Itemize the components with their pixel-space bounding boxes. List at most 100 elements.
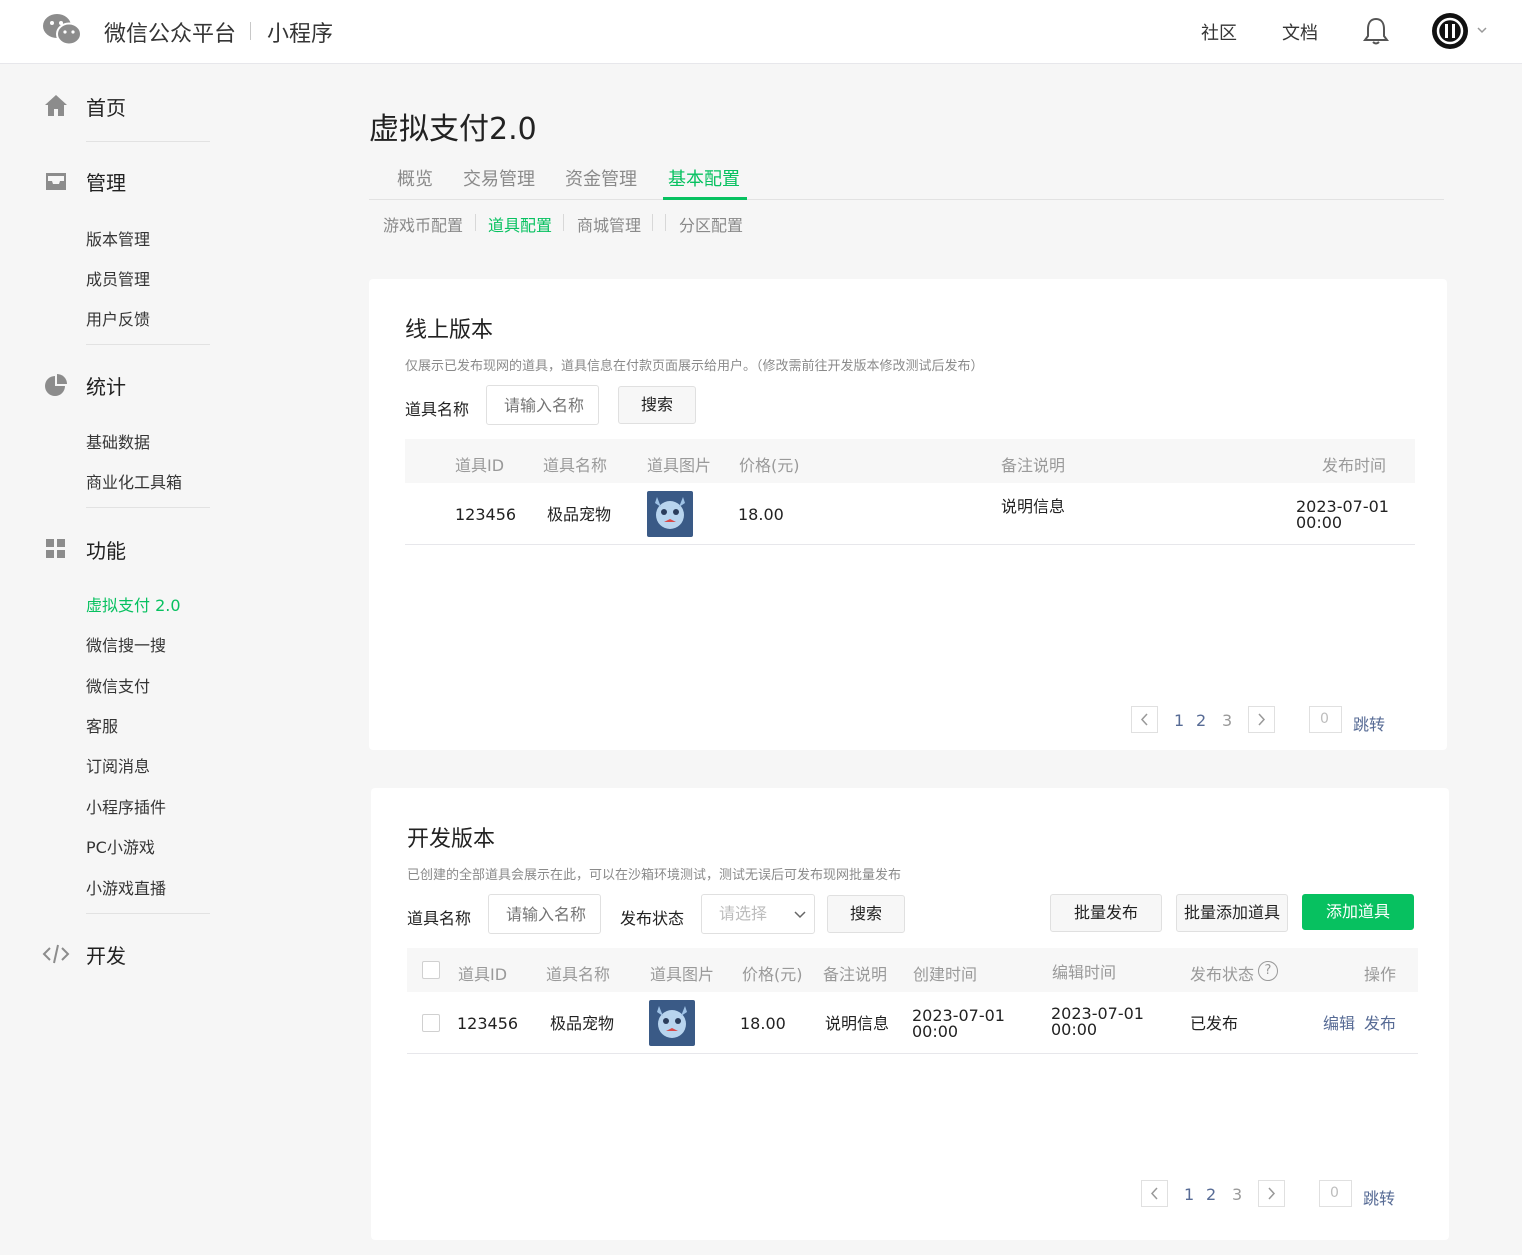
dev-version-card: 开发版本 已创建的全部道具会展示在此，可以在沙箱环境测试，测试无误后可发布现网批… [371,788,1449,1240]
sidebar-item-home[interactable]: 首页 [86,92,126,121]
table-header: 道具ID 道具名称 道具图片 价格(元) 备注说明 创建时间 编辑时间 发布状态… [407,948,1418,992]
pie-chart-icon [45,374,67,396]
column-header: 道具名称 [546,965,611,984]
select-all-checkbox[interactable] [422,961,440,979]
subtab-mall[interactable]: 商城管理 [577,212,641,236]
column-header: 备注说明 [823,965,888,984]
tab-overview[interactable]: 概览 [397,165,433,191]
item-image [647,491,693,537]
column-header: 发布时间 [1322,456,1387,475]
edit-link[interactable]: 编辑 [1323,1016,1355,1032]
sidebar-item-subscribe-msg[interactable]: 订阅消息 [86,753,150,777]
column-header: 道具名称 [543,456,608,475]
column-header: 道具图片 [650,965,715,984]
page-number[interactable]: 1 [1174,711,1184,730]
tab-basic-config[interactable]: 基本配置 [668,165,740,191]
subtab-divider [665,214,666,231]
sidebar-item-plugins[interactable]: 小程序插件 [86,794,166,818]
grid-icon [46,539,65,558]
sidebar-item-toolbox[interactable]: 商业化工具箱 [86,469,182,493]
publish-status: 已发布 [1190,1014,1239,1033]
item-name-input[interactable] [486,385,599,425]
sidebar-item-game-live[interactable]: 小游戏直播 [86,875,166,899]
search-button[interactable]: 搜索 [827,895,905,933]
sidebar-item-wechat-pay[interactable]: 微信支付 [86,673,150,697]
tab-transactions[interactable]: 交易管理 [463,165,535,191]
tabs-divider [369,199,1444,200]
subtab-divider [475,214,476,231]
column-header: 价格(元) [739,456,800,475]
inbox-icon [46,173,66,190]
sidebar-item-basic-data[interactable]: 基础数据 [86,429,150,453]
sidebar-item-stats[interactable]: 统计 [86,371,126,400]
page-number[interactable]: 3 [1232,1185,1242,1204]
sidebar-item-feedback[interactable]: 用户反馈 [86,306,150,330]
subtab-item-config[interactable]: 道具配置 [488,212,552,236]
select-placeholder: 请选择 [719,904,768,923]
sidebar-item-wechat-search[interactable]: 微信搜一搜 [86,632,166,656]
avatar[interactable] [1432,13,1468,49]
chevron-down-icon [794,911,806,919]
page-number[interactable]: 1 [1184,1185,1194,1204]
created-clock: 00:00 [912,1022,959,1041]
page-number[interactable]: 2 [1206,1185,1216,1204]
pet-thumbnail-icon [649,1000,695,1046]
page-jump-button[interactable]: 跳转 [1353,711,1385,735]
next-page-button[interactable] [1248,706,1275,733]
brand-divider [250,22,251,40]
publish-status-select[interactable]: 请选择 [701,894,815,934]
table-header: 道具ID 道具名称 道具图片 价格(元) 备注说明 发布时间 [405,439,1415,483]
tab-funds[interactable]: 资金管理 [565,165,637,191]
item-name-input[interactable] [488,894,601,934]
chevron-left-icon [1140,713,1148,726]
page-number[interactable]: 3 [1222,711,1232,730]
sidebar-item-dev[interactable]: 开发 [86,940,126,969]
column-header: 编辑时间 [1052,963,1117,982]
active-tab-indicator [663,197,747,200]
card-description: 仅展示已发布现网的道具，道具信息在付款页面展示给用户。（修改需前往开发版本修改测… [405,359,984,374]
column-header: 操作 [1364,965,1397,984]
search-button[interactable]: 搜索 [618,386,696,424]
item-note: 说明信息 [825,1014,890,1033]
batch-add-button[interactable]: 批量添加道具 [1176,894,1288,932]
wechat-logo-icon[interactable] [42,13,82,47]
page-jump-button[interactable]: 跳转 [1363,1185,1395,1209]
batch-publish-button[interactable]: 批量发布 [1050,894,1162,932]
sidebar-item-pc-game[interactable]: PC小游戏 [86,834,155,858]
publish-link[interactable]: 发布 [1364,1016,1396,1032]
prev-page-button[interactable] [1131,706,1158,733]
item-id: 123456 [457,1014,519,1033]
subtab-zones[interactable]: 分区配置 [679,212,743,236]
column-header: 创建时间 [913,965,978,984]
prev-page-button[interactable] [1141,1180,1168,1207]
chevron-right-icon [1268,1187,1276,1200]
docs-link[interactable]: 文档 [1282,19,1318,45]
sidebar-item-manage[interactable]: 管理 [86,167,126,196]
top-bar: 微信公众平台 小程序 社区 文档 [0,0,1522,64]
page-jump-input[interactable]: 0 [1319,1180,1352,1207]
sidebar-item-customer-service[interactable]: 客服 [86,713,118,737]
sidebar-item-members[interactable]: 成员管理 [86,266,150,290]
help-icon[interactable]: ? [1258,961,1278,981]
chevron-down-icon[interactable] [1476,22,1488,38]
subtab-game-currency[interactable]: 游戏币配置 [383,212,463,236]
community-link[interactable]: 社区 [1201,19,1237,45]
next-page-button[interactable] [1258,1180,1285,1207]
page-jump-input[interactable]: 0 [1309,706,1342,733]
sidebar-item-features[interactable]: 功能 [86,535,126,564]
row-checkbox[interactable] [422,1014,440,1032]
item-price: 18.00 [738,505,784,524]
chevron-left-icon [1150,1187,1158,1200]
column-header: 价格(元) [742,965,803,984]
add-item-button[interactable]: 添加道具 [1302,894,1414,930]
sidebar-item-virtual-pay[interactable]: 虚拟支付 2.0 [86,592,181,616]
subtab-divider [563,214,564,231]
sidebar-item-version[interactable]: 版本管理 [86,226,150,250]
card-title: 开发版本 [407,827,496,852]
bell-icon[interactable] [1362,16,1390,46]
column-header: 道具ID [455,456,505,475]
home-icon [45,95,67,116]
brand-name[interactable]: 微信公众平台 [104,16,236,48]
page-number[interactable]: 2 [1196,711,1206,730]
pet-thumbnail-icon [647,491,693,537]
